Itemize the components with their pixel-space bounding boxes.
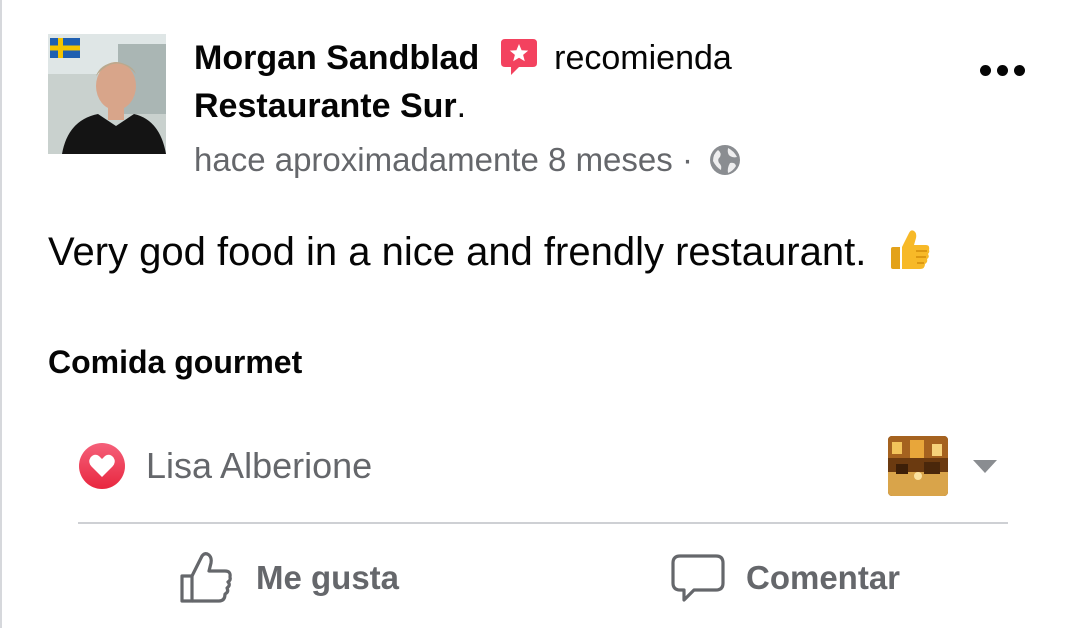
post-timestamp[interactable]: hace aproximadamente 8 meses	[194, 141, 673, 178]
post-body: Very god food in a nice and frendly rest…	[48, 226, 933, 278]
caret-down-icon[interactable]	[972, 456, 998, 476]
recommend-badge-icon	[499, 37, 539, 77]
post-text: Very god food in a nice and frendly rest…	[48, 230, 867, 274]
like-button-label: Me gusta	[256, 559, 400, 596]
place-name-link[interactable]: Restaurante Sur	[194, 87, 457, 125]
heart-reaction-icon	[78, 442, 126, 490]
reactions-row: Lisa Alberione	[78, 436, 1008, 496]
reactor-name-link[interactable]: Lisa Alberione	[146, 442, 372, 490]
place-suffix: .	[456, 87, 467, 125]
globe-icon	[708, 143, 742, 177]
more-options-dot	[996, 64, 1008, 76]
review-tag: Comida gourmet	[48, 344, 303, 380]
more-options-icon	[979, 64, 991, 76]
comment-bubble-icon	[671, 554, 725, 602]
actions-divider	[78, 522, 1008, 524]
more-options-button[interactable]	[972, 50, 1032, 90]
sweden-flag-icon	[50, 38, 80, 58]
like-button[interactable]: Me gusta	[178, 544, 399, 612]
more-options-dot	[1013, 64, 1025, 76]
meta-separator: ·	[681, 141, 693, 178]
place-line: Restaurante Sur.	[194, 84, 466, 128]
post-meta: hace aproximadamente 8 meses ·	[194, 138, 742, 182]
author-name-link[interactable]: Morgan Sandblad	[194, 39, 479, 77]
place-thumbnail[interactable]	[888, 436, 948, 496]
thumbs-up-emoji-icon	[887, 227, 933, 273]
author-photo	[48, 34, 166, 154]
review-post-card: Morgan Sandblad recomienda Restaurante S…	[0, 0, 1080, 628]
thumbs-up-icon	[180, 552, 232, 603]
recommend-verb: recomienda	[554, 39, 732, 77]
comment-button-label: Comentar	[746, 559, 901, 596]
author-avatar[interactable]	[48, 34, 166, 154]
post-header-line: Morgan Sandblad recomienda	[194, 36, 732, 80]
comment-button[interactable]: Comentar	[670, 544, 900, 612]
restaurant-photo	[888, 436, 948, 496]
